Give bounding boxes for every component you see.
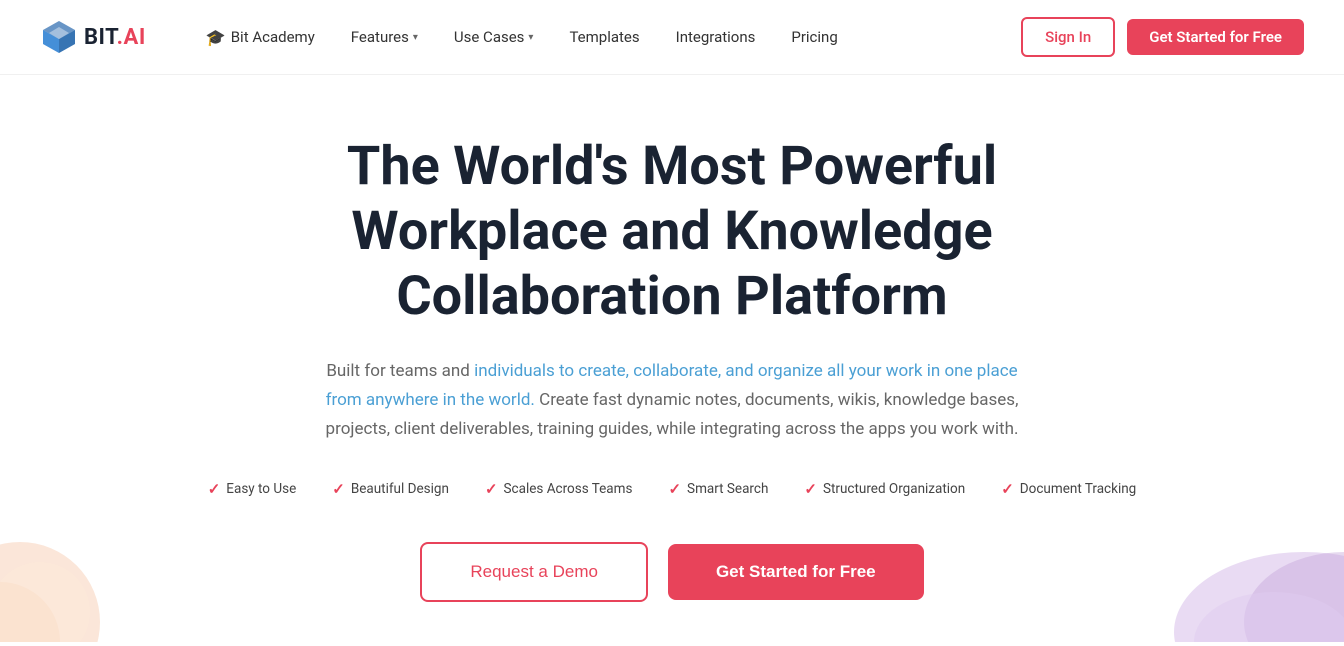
nav-integrations[interactable]: Integrations: [676, 28, 756, 46]
hero-subtitle: Built for teams and individuals to creat…: [312, 357, 1032, 444]
brand-name: BIT.AI: [84, 25, 146, 50]
request-demo-button[interactable]: Request a Demo: [420, 542, 648, 602]
nav-pricing[interactable]: Pricing: [791, 28, 837, 46]
check-icon: ✓: [485, 480, 498, 498]
feature-smart-search: ✓ Smart Search: [668, 480, 768, 498]
logo[interactable]: BIT.AI: [40, 18, 146, 56]
signin-button[interactable]: Sign In: [1021, 17, 1115, 57]
navbar: BIT.AI 🎓 Bit Academy Features ▾ Use Case…: [0, 0, 1344, 75]
features-row: ✓ Easy to Use ✓ Beautiful Design ✓ Scale…: [208, 480, 1137, 498]
blob-right-decoration: [1124, 522, 1344, 642]
hero-section: The World's Most Powerful Workplace and …: [0, 75, 1344, 642]
nav-academy[interactable]: 🎓 Bit Academy: [206, 28, 315, 47]
cta-buttons: Request a Demo Get Started for Free: [420, 542, 923, 602]
academy-icon: 🎓: [206, 28, 226, 47]
check-icon: ✓: [208, 480, 221, 498]
features-chevron-icon: ▾: [413, 32, 418, 43]
feature-easy-to-use: ✓ Easy to Use: [208, 480, 297, 498]
check-icon: ✓: [804, 480, 817, 498]
nav-use-cases[interactable]: Use Cases ▾: [454, 28, 534, 46]
nav-templates[interactable]: Templates: [569, 28, 639, 46]
check-icon: ✓: [332, 480, 345, 498]
check-icon: ✓: [668, 480, 681, 498]
get-started-nav-button[interactable]: Get Started for Free: [1127, 19, 1304, 55]
check-icon: ✓: [1001, 480, 1014, 498]
feature-document-tracking: ✓ Document Tracking: [1001, 480, 1136, 498]
blob-left-decoration: [0, 522, 120, 642]
nav-actions: Sign In Get Started for Free: [1021, 17, 1304, 57]
get-started-hero-button[interactable]: Get Started for Free: [668, 544, 924, 600]
feature-beautiful-design: ✓ Beautiful Design: [332, 480, 449, 498]
nav-links: 🎓 Bit Academy Features ▾ Use Cases ▾ Tem…: [206, 28, 1021, 47]
feature-scales-across-teams: ✓ Scales Across Teams: [485, 480, 633, 498]
hero-title: The World's Most Powerful Workplace and …: [247, 135, 1097, 329]
use-cases-chevron-icon: ▾: [528, 32, 533, 43]
feature-structured-organization: ✓ Structured Organization: [804, 480, 965, 498]
nav-features[interactable]: Features ▾: [351, 28, 418, 46]
